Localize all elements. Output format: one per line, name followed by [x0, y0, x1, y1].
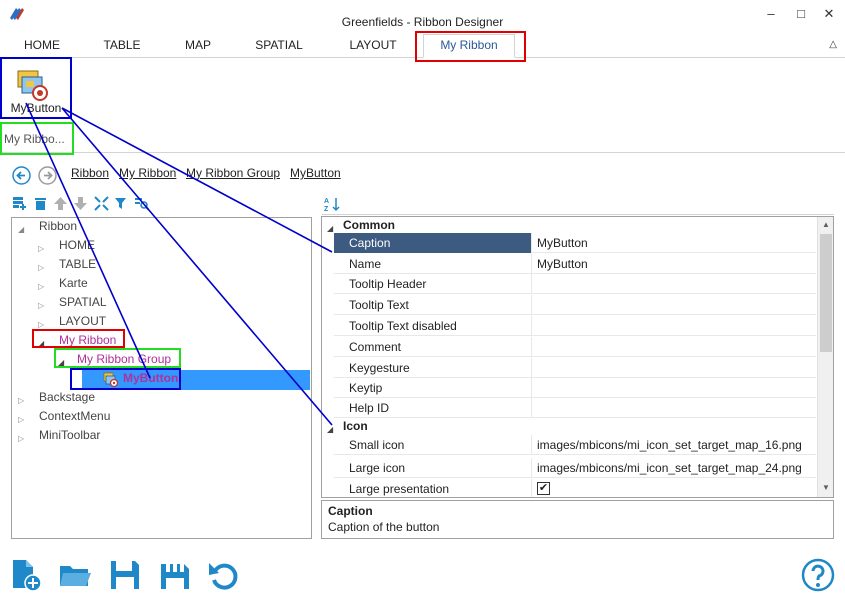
property-row-keygesture[interactable]: Keygesture — [334, 358, 816, 378]
delete-icon[interactable] — [33, 196, 48, 211]
expanded-icon[interactable]: ◢ — [18, 221, 24, 238]
forward-icon[interactable] — [38, 166, 57, 185]
ribbon-group-label: My Ribbo... — [4, 132, 65, 146]
property-row-small-icon[interactable]: Small icon images/mbicons/mi_icon_set_ta… — [334, 435, 816, 455]
scroll-down-icon[interactable]: ▼ — [818, 480, 833, 496]
collapsed-icon[interactable]: ▷ — [38, 259, 44, 276]
expanded-icon[interactable]: ◢ — [327, 220, 333, 237]
tree-node-my-button[interactable]: MyButton — [82, 370, 310, 390]
title-bar: Greenfields - Ribbon Designer – □ ✕ — [0, 0, 845, 32]
reload-icon[interactable] — [207, 558, 241, 592]
filter-icon[interactable] — [114, 196, 129, 211]
tab-my-ribbon[interactable]: My Ribbon — [423, 34, 515, 58]
collapsed-icon[interactable]: ▷ — [18, 430, 24, 447]
collapsed-icon[interactable]: ▷ — [38, 297, 44, 314]
new-file-icon[interactable] — [9, 558, 43, 592]
property-scrollbar[interactable]: ▲ ▼ — [817, 217, 833, 497]
property-row-name[interactable]: Name MyButton — [334, 254, 816, 274]
target-map-icon — [17, 70, 48, 101]
collapsed-icon[interactable]: ▷ — [38, 316, 44, 333]
my-button-label: MyButton — [10, 101, 62, 115]
window-title: Greenfields - Ribbon Designer — [341, 15, 504, 29]
tab-home[interactable]: HOME — [16, 36, 68, 58]
property-row-comment[interactable]: Comment — [334, 337, 816, 357]
breadcrumb-my-ribbon[interactable]: My Ribbon — [119, 166, 176, 180]
scroll-up-icon[interactable]: ▲ — [818, 217, 833, 233]
tab-layout[interactable]: LAYOUT — [342, 36, 404, 58]
breadcrumb-my-button[interactable]: MyButton — [290, 166, 341, 180]
open-folder-icon[interactable] — [58, 558, 92, 592]
property-grid[interactable]: ◢ Common Caption MyButton Name MyButton … — [321, 216, 834, 498]
my-button-ribbon-button[interactable]: MyButton — [3, 62, 69, 120]
search-icon[interactable] — [134, 196, 149, 211]
collapsed-icon[interactable]: ▷ — [18, 392, 24, 409]
property-row-tooltip-header[interactable]: Tooltip Header — [334, 274, 816, 294]
collapse-ribbon-icon[interactable]: △ — [829, 39, 837, 50]
save-all-icon[interactable] — [158, 558, 192, 592]
expanded-icon[interactable]: ◢ — [327, 421, 333, 438]
property-row-large-icon[interactable]: Large icon images/mbicons/mi_icon_set_ta… — [334, 458, 816, 478]
collapsed-icon[interactable]: ▷ — [38, 240, 44, 257]
expanded-icon[interactable]: ◢ — [58, 354, 64, 371]
svg-text:A: A — [324, 198, 329, 205]
ribbon-tab-bar: HOME TABLE MAP SPATIAL LAYOUT My Ribbon … — [0, 32, 845, 58]
large-presentation-checkbox[interactable]: ✔ — [537, 482, 550, 495]
help-icon[interactable] — [801, 558, 835, 592]
bottom-toolbar — [0, 548, 845, 600]
property-row-tooltip-text[interactable]: Tooltip Text — [334, 295, 816, 315]
tab-map[interactable]: MAP — [176, 36, 220, 58]
property-row-caption[interactable]: Caption MyButton — [334, 233, 816, 253]
close-button[interactable]: ✕ — [815, 4, 843, 24]
collapsed-icon[interactable]: ▷ — [18, 411, 24, 428]
svg-text:Z: Z — [324, 206, 329, 212]
breadcrumb-my-ribbon-group[interactable]: My Ribbon Group — [186, 166, 280, 180]
add-item-icon[interactable] — [12, 196, 27, 211]
target-map-icon — [103, 372, 119, 388]
maximize-button[interactable]: □ — [787, 4, 815, 24]
property-row-tooltip-text-disabled[interactable]: Tooltip Text disabled — [334, 316, 816, 336]
property-row-large-presentation[interactable]: Large presentation ✔ — [334, 479, 816, 497]
collapsed-icon[interactable]: ▷ — [38, 278, 44, 295]
tab-spatial[interactable]: SPATIAL — [248, 36, 310, 58]
move-up-icon[interactable] — [53, 196, 68, 211]
expand-all-icon[interactable] — [94, 196, 109, 211]
property-toolbar: A Z — [322, 194, 834, 215]
minimize-button[interactable]: – — [757, 4, 785, 24]
scrollbar-thumb[interactable] — [820, 234, 832, 352]
ribbon-tree[interactable]: ◢ Ribbon ▷ HOME ▷ TABLE ▷ Karte ▷ SPATIA… — [11, 217, 312, 539]
tab-table[interactable]: TABLE — [96, 36, 148, 58]
back-icon[interactable] — [12, 166, 31, 185]
breadcrumb-ribbon[interactable]: Ribbon — [71, 166, 109, 180]
expanded-icon[interactable]: ◢ — [38, 335, 44, 352]
property-row-keytip[interactable]: Keytip — [334, 378, 816, 398]
sort-alphabetical-icon[interactable]: A Z — [324, 196, 340, 212]
move-down-icon[interactable] — [73, 196, 88, 211]
property-row-help-id[interactable]: Help ID — [334, 398, 816, 418]
category-icon[interactable]: ◢ Icon — [322, 418, 818, 435]
property-description: Caption Caption of the button — [321, 500, 834, 539]
category-common[interactable]: ◢ Common — [322, 217, 818, 234]
save-icon[interactable] — [108, 558, 142, 592]
ribbon-body: MyButton My Ribbo... — [0, 58, 845, 153]
